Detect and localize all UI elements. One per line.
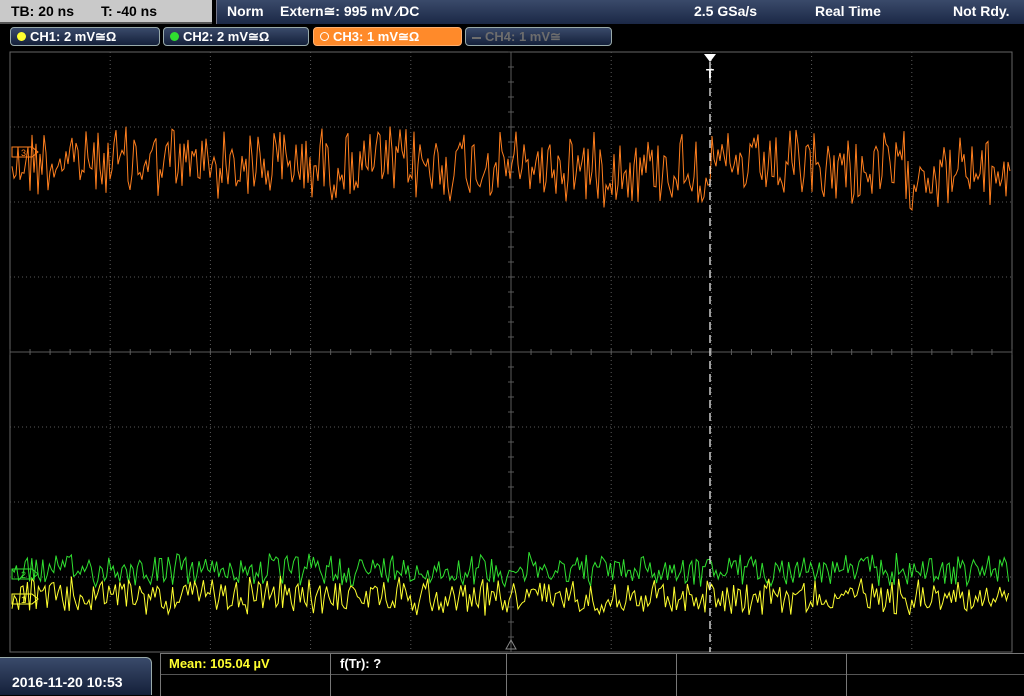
- mean-measurement: Mean: 105.04 µV: [169, 656, 270, 671]
- ch2-color-dot: [170, 32, 179, 42]
- acquisition-mode[interactable]: Real Time: [815, 3, 881, 19]
- timebase-panel[interactable]: TB: 20 ns T: -40 ns: [0, 0, 212, 24]
- trigger-marker-label: T: [706, 66, 714, 81]
- sample-rate: 2.5 GSa/s: [694, 3, 758, 19]
- ch3-label: CH3: 1 mV≅Ω: [333, 29, 420, 44]
- ftr-measurement: f(Tr): ?: [340, 656, 382, 671]
- trigger-time-readout[interactable]: T: -40 ns: [101, 3, 157, 19]
- ch2-label: CH2: 2 mV≅Ω: [183, 29, 270, 44]
- trigger-status-panel[interactable]: Norm Extern≅: 995 mV ⁄DC 2.5 GSa/s Real …: [216, 0, 1024, 24]
- channel-1-button[interactable]: CH1: 2 mV≅Ω: [10, 27, 160, 46]
- channel-2-button[interactable]: CH2: 2 mV≅Ω: [163, 27, 309, 46]
- trigger-source[interactable]: Extern≅: 995 mV ⁄DC: [280, 3, 419, 20]
- acquisition-status: Not Rdy.: [953, 3, 1010, 19]
- ch4-label: CH4: 1 mV≅: [485, 29, 561, 44]
- ch4-off-indicator: [472, 36, 481, 39]
- svg-text:3: 3: [21, 148, 26, 158]
- ch1-label: CH1: 2 mV≅Ω: [30, 29, 117, 44]
- ch1-color-dot: [17, 32, 26, 42]
- svg-text:2: 2: [21, 570, 26, 580]
- measurement-panel[interactable]: Mean: 105.04 µV f(Tr): ?: [160, 653, 1024, 696]
- svg-text:1: 1: [21, 595, 26, 605]
- channel-4-button[interactable]: CH4: 1 mV≅: [465, 27, 612, 46]
- measurement-cell-empty-3[interactable]: [846, 654, 1024, 696]
- datetime-panel: 2016-11-20 10:53: [0, 657, 152, 695]
- measurement-cell-empty-1[interactable]: [506, 654, 676, 696]
- datetime-readout: 2016-11-20 10:53: [12, 674, 123, 690]
- channel-3-button[interactable]: CH3: 1 mV≅Ω: [313, 27, 462, 46]
- trigger-mode[interactable]: Norm: [227, 3, 264, 19]
- waveform-display[interactable]: T 3 2 1: [0, 48, 1024, 654]
- measurement-cell-empty-2[interactable]: [676, 654, 846, 696]
- ch3-color-dot: [320, 32, 329, 42]
- timebase-readout[interactable]: TB: 20 ns: [11, 3, 74, 19]
